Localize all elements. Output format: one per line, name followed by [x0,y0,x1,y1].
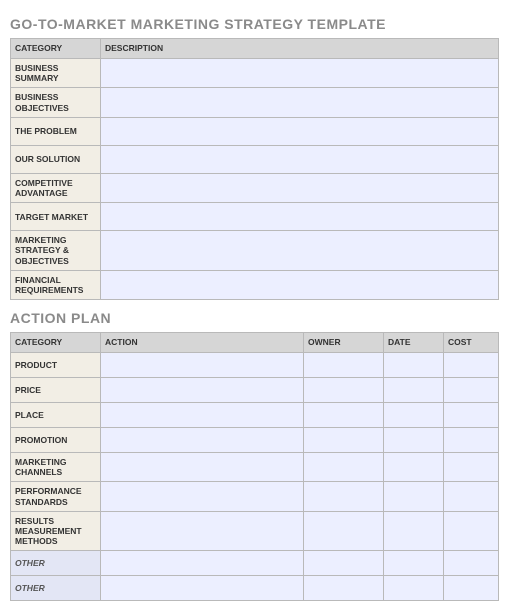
row-category-label: OTHER [11,551,101,576]
row-date-cell[interactable] [384,403,444,428]
table-row: OUR SOLUTION [11,145,499,173]
strategy-header-description: DESCRIPTION [101,39,499,59]
row-date-cell[interactable] [384,551,444,576]
table-row: COMPETITIVE ADVANTAGE [11,173,499,202]
row-category-label: TARGET MARKET [11,203,101,231]
row-owner-cell[interactable] [304,511,384,551]
row-description-cell[interactable] [101,203,499,231]
row-category-label: BUSINESS SUMMARY [11,59,101,88]
row-action-cell[interactable] [101,511,304,551]
row-category-label: COMPETITIVE ADVANTAGE [11,173,101,202]
row-category-label: PROMOTION [11,428,101,453]
action-header-date: DATE [384,333,444,353]
table-row: MARKETING CHANNELS [11,453,499,482]
table-row: TARGET MARKET [11,203,499,231]
row-description-cell[interactable] [101,231,499,271]
action-header-category: CATEGORY [11,333,101,353]
row-owner-cell[interactable] [304,353,384,378]
row-category-label: RESULTS MEASUREMENT METHODS [11,511,101,551]
action-header-owner: OWNER [304,333,384,353]
row-date-cell[interactable] [384,576,444,601]
row-description-cell[interactable] [101,117,499,145]
table-row: PRICE [11,378,499,403]
row-action-cell[interactable] [101,551,304,576]
row-action-cell[interactable] [101,403,304,428]
row-action-cell[interactable] [101,428,304,453]
action-header-cost: COST [444,333,499,353]
table-row: PLACE [11,403,499,428]
row-category-label: BUSINESS OBJECTIVES [11,88,101,117]
row-cost-cell[interactable] [444,482,499,511]
table-row: RESULTS MEASUREMENT METHODS [11,511,499,551]
row-owner-cell[interactable] [304,576,384,601]
row-date-cell[interactable] [384,353,444,378]
row-category-label: FINANCIAL REQUIREMENTS [11,270,101,299]
row-date-cell[interactable] [384,378,444,403]
strategy-table: CATEGORY DESCRIPTION BUSINESS SUMMARYBUS… [10,38,499,300]
row-category-label: OUR SOLUTION [11,145,101,173]
row-cost-cell[interactable] [444,353,499,378]
row-cost-cell[interactable] [444,551,499,576]
table-row: BUSINESS OBJECTIVES [11,88,499,117]
table-row: OTHER [11,576,499,601]
row-category-label: PRICE [11,378,101,403]
row-description-cell[interactable] [101,145,499,173]
row-category-label: MARKETING STRATEGY & OBJECTIVES [11,231,101,271]
row-date-cell[interactable] [384,511,444,551]
row-cost-cell[interactable] [444,511,499,551]
row-action-cell[interactable] [101,482,304,511]
row-description-cell[interactable] [101,270,499,299]
table-row: PERFORMANCE STANDARDS [11,482,499,511]
row-description-cell[interactable] [101,88,499,117]
action-plan-table: CATEGORY ACTION OWNER DATE COST PRODUCTP… [10,332,499,601]
row-owner-cell[interactable] [304,453,384,482]
row-description-cell[interactable] [101,59,499,88]
strategy-header-row: CATEGORY DESCRIPTION [11,39,499,59]
row-action-cell[interactable] [101,576,304,601]
row-description-cell[interactable] [101,173,499,202]
action-header-action: ACTION [101,333,304,353]
table-row: OTHER [11,551,499,576]
table-row: MARKETING STRATEGY & OBJECTIVES [11,231,499,271]
row-cost-cell[interactable] [444,576,499,601]
template-page: GO-TO-MARKET MARKETING STRATEGY TEMPLATE… [0,0,509,601]
row-owner-cell[interactable] [304,428,384,453]
row-date-cell[interactable] [384,428,444,453]
row-owner-cell[interactable] [304,403,384,428]
action-plan-heading: ACTION PLAN [10,310,499,326]
row-action-cell[interactable] [101,453,304,482]
row-action-cell[interactable] [101,378,304,403]
row-cost-cell[interactable] [444,453,499,482]
row-cost-cell[interactable] [444,378,499,403]
row-owner-cell[interactable] [304,551,384,576]
row-action-cell[interactable] [101,353,304,378]
page-title: GO-TO-MARKET MARKETING STRATEGY TEMPLATE [10,16,499,32]
row-category-label: OTHER [11,576,101,601]
row-category-label: THE PROBLEM [11,117,101,145]
row-owner-cell[interactable] [304,482,384,511]
row-owner-cell[interactable] [304,378,384,403]
table-row: PROMOTION [11,428,499,453]
row-category-label: PERFORMANCE STANDARDS [11,482,101,511]
row-date-cell[interactable] [384,453,444,482]
row-date-cell[interactable] [384,482,444,511]
row-category-label: MARKETING CHANNELS [11,453,101,482]
row-category-label: PLACE [11,403,101,428]
table-row: BUSINESS SUMMARY [11,59,499,88]
table-row: FINANCIAL REQUIREMENTS [11,270,499,299]
table-row: THE PROBLEM [11,117,499,145]
strategy-header-category: CATEGORY [11,39,101,59]
table-row: PRODUCT [11,353,499,378]
row-category-label: PRODUCT [11,353,101,378]
action-header-row: CATEGORY ACTION OWNER DATE COST [11,333,499,353]
row-cost-cell[interactable] [444,403,499,428]
row-cost-cell[interactable] [444,428,499,453]
